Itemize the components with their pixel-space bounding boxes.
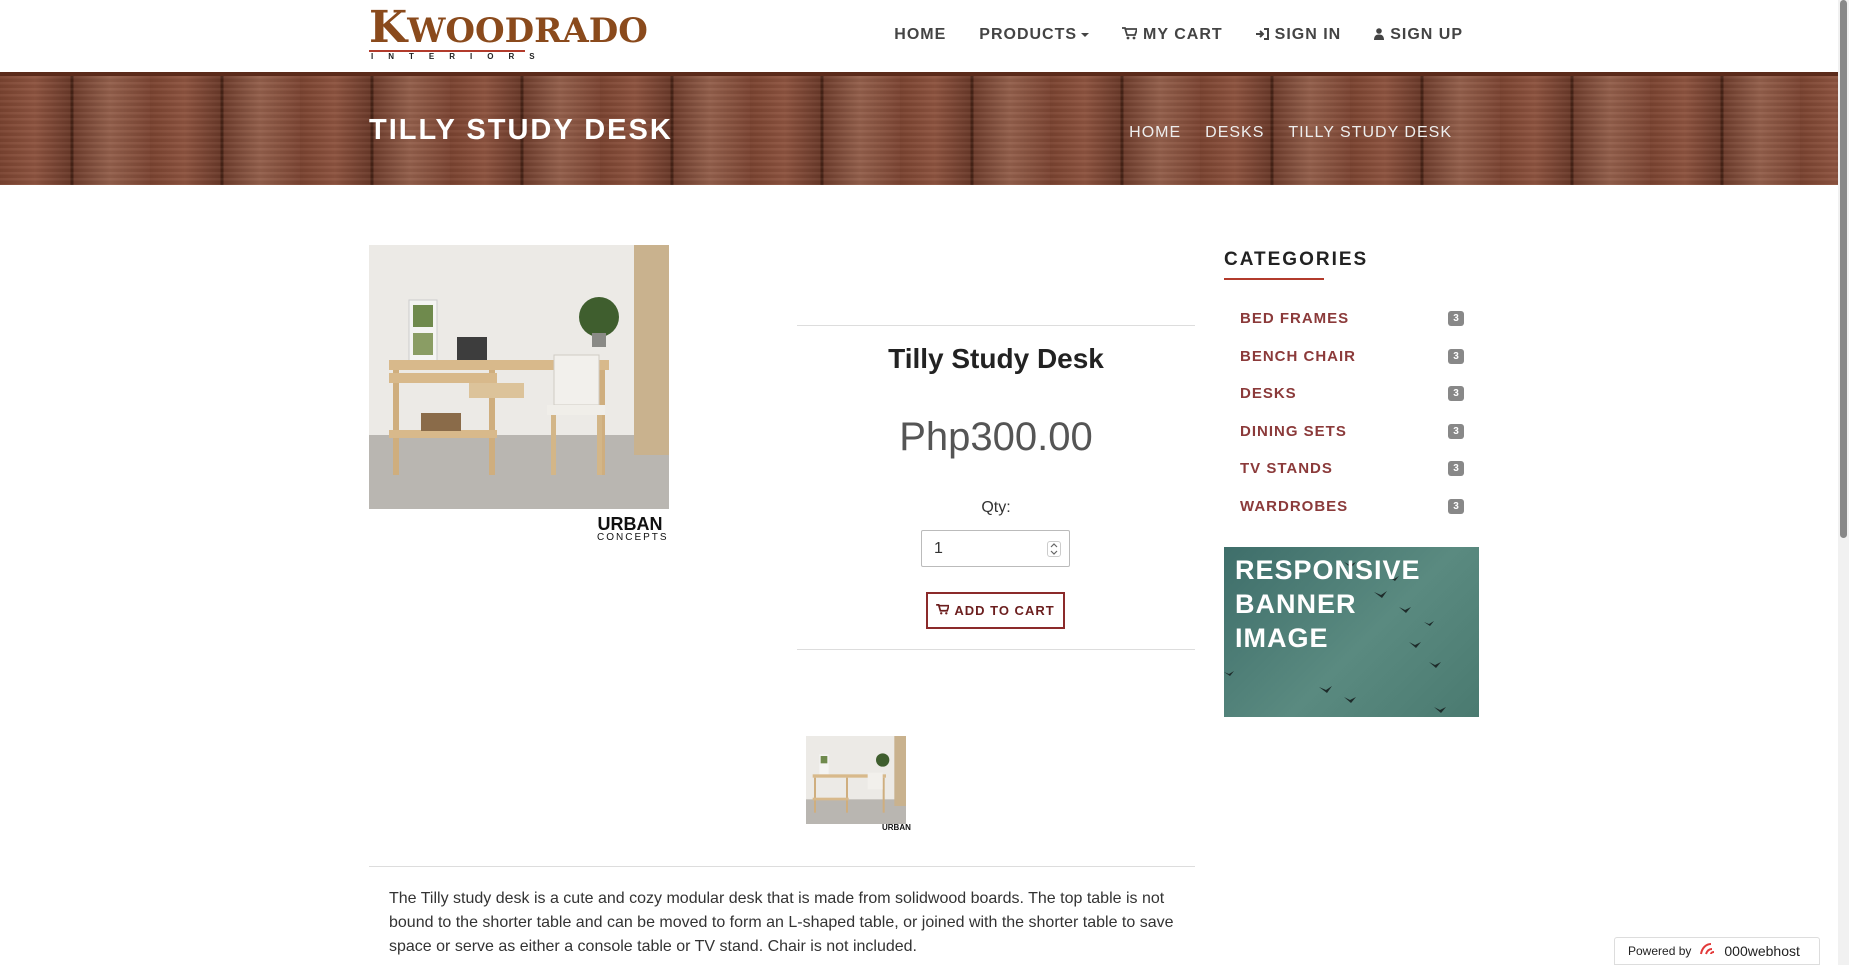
nav-products-label: PRODUCTS: [979, 26, 1078, 43]
nav-sign-up-label: SIGN UP: [1390, 26, 1463, 43]
logo-wordmark: KWOODRADO: [369, 2, 648, 53]
top-navbar: KWOODRADO INTERIORS HOME PRODUCTS MY CAR…: [0, 0, 1849, 72]
category-label: TV STANDS: [1240, 460, 1333, 478]
caret-down-icon: [1081, 33, 1090, 37]
category-bench-chair[interactable]: BENCH CHAIR 3: [1240, 338, 1464, 376]
add-to-cart-button[interactable]: ADD TO CART: [926, 592, 1065, 629]
product-name: Tilly Study Desk: [888, 343, 1104, 374]
category-count-badge: 3: [1448, 311, 1464, 326]
category-desks[interactable]: DESKS 3: [1240, 375, 1464, 413]
quantity-value: 1: [934, 540, 943, 557]
breadcrumb: HOME DESKS TILLY STUDY DESK: [1105, 124, 1452, 142]
thumbnail-brand-logo: URBAN: [882, 823, 911, 832]
page-header-banner: TILLY STUDY DESK HOME DESKS TILLY STUDY …: [0, 72, 1838, 185]
categories-underline: [1224, 278, 1324, 280]
breadcrumb-home[interactable]: HOME: [1129, 124, 1181, 142]
categories-heading: CATEGORIES: [1224, 249, 1369, 270]
shopping-cart-icon: [1122, 27, 1139, 43]
user-icon: [1374, 27, 1385, 43]
page-scrollbar[interactable]: [1838, 0, 1849, 965]
nav-home[interactable]: HOME: [894, 22, 946, 48]
breadcrumb-current: TILLY STUDY DESK: [1288, 124, 1452, 141]
banner-line-1: RESPONSIVE: [1235, 555, 1421, 585]
nav-home-label: HOME: [894, 26, 947, 43]
responsive-banner-ad[interactable]: RESPONSIVE BANNER IMAGE: [1224, 547, 1479, 717]
main-nav: HOME PRODUCTS MY CART SIGN IN SIGN UP: [861, 22, 1463, 48]
category-list: BED FRAMES 3 BENCH CHAIR 3 DESKS 3 DININ…: [1240, 300, 1464, 525]
category-count-badge: 3: [1448, 348, 1464, 364]
nav-sign-in[interactable]: SIGN IN: [1255, 22, 1342, 48]
category-label: BED FRAMES: [1240, 310, 1350, 328]
page-title: TILLY STUDY DESK: [369, 114, 673, 146]
banner-line-2: BANNER: [1235, 589, 1357, 619]
nav-sign-in-label: SIGN IN: [1274, 26, 1342, 43]
powered-by-badge[interactable]: Powered by 000webhost: [1614, 937, 1820, 965]
category-bed-frames[interactable]: BED FRAMES 3: [1240, 300, 1464, 338]
brand-logo-urban-concepts: URBAN CONCEPTS: [597, 514, 669, 543]
logo-subtitle: INTERIORS: [371, 52, 550, 61]
powered-by-label: Powered by: [1628, 944, 1692, 958]
product-main-image[interactable]: [369, 245, 669, 509]
category-tv-stands[interactable]: TV STANDS 3: [1240, 450, 1464, 488]
quantity-stepper[interactable]: 1: [921, 530, 1070, 567]
site-logo[interactable]: KWOODRADO INTERIORS: [369, 6, 648, 62]
divider-bottom: [797, 649, 1195, 650]
category-count-badge: 3: [1448, 386, 1464, 401]
category-count-badge: 3: [1448, 461, 1464, 476]
nav-products[interactable]: PRODUCTS: [979, 22, 1090, 48]
product-thumbnail[interactable]: [806, 736, 906, 824]
spinner-arrows-icon[interactable]: [1047, 541, 1061, 557]
category-count-badge: 3: [1448, 423, 1464, 439]
add-to-cart-label: ADD TO CART: [954, 603, 1055, 618]
category-label: DINING SETS: [1240, 422, 1347, 440]
brand-logo-bottom: CONCEPTS: [597, 532, 669, 543]
breadcrumb-desks[interactable]: DESKS: [1205, 124, 1264, 142]
banner-headline: RESPONSIVE BANNER IMAGE: [1235, 553, 1421, 655]
host-name: 000webhost: [1724, 943, 1800, 959]
product-price: Php300.00: [899, 415, 1093, 459]
divider-top: [797, 325, 1195, 326]
description-divider: [369, 866, 1195, 867]
category-label: DESKS: [1240, 385, 1297, 403]
sign-in-icon: [1255, 27, 1269, 43]
shopping-cart-icon: [936, 603, 951, 618]
scrollbar-thumb[interactable]: [1840, 0, 1847, 538]
webhost-logo-icon: [1699, 942, 1719, 961]
brand-logo-top: URBAN: [597, 514, 663, 534]
quantity-label: Qty:: [981, 499, 1011, 516]
nav-my-cart[interactable]: MY CART: [1122, 22, 1223, 48]
product-description: The Tilly study desk is a cute and cozy …: [389, 890, 1174, 955]
host-brand: 000webhost: [1699, 942, 1800, 961]
category-count-badge: 3: [1448, 498, 1464, 514]
category-label: BENCH CHAIR: [1240, 347, 1356, 365]
banner-line-3: IMAGE: [1235, 623, 1329, 653]
nav-my-cart-label: MY CART: [1143, 26, 1223, 43]
category-dining-sets[interactable]: DINING SETS 3: [1240, 413, 1464, 451]
nav-sign-up[interactable]: SIGN UP: [1374, 22, 1463, 48]
category-wardrobes[interactable]: WARDROBES 3: [1240, 488, 1464, 526]
category-label: WARDROBES: [1240, 497, 1349, 515]
